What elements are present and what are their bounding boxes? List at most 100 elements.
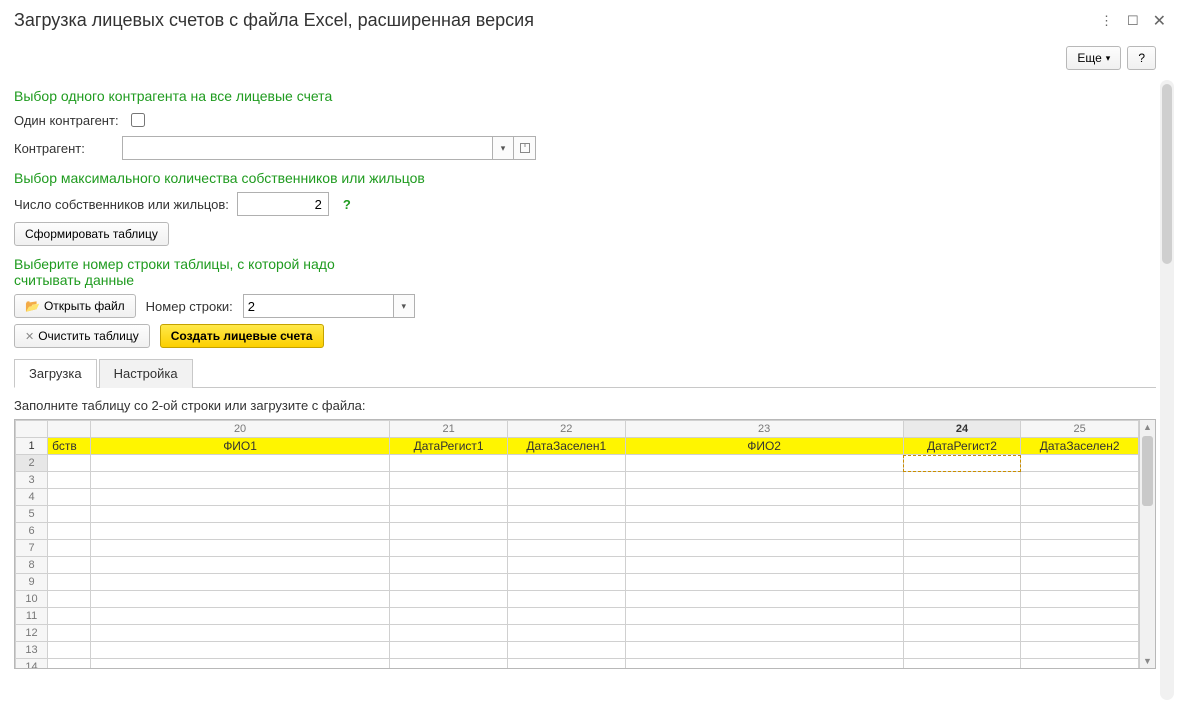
cell[interactable] bbox=[90, 642, 389, 659]
row-number-input[interactable] bbox=[243, 294, 393, 318]
cell[interactable] bbox=[390, 642, 508, 659]
cell[interactable] bbox=[903, 557, 1021, 574]
cell[interactable] bbox=[903, 506, 1021, 523]
cell[interactable] bbox=[507, 625, 625, 642]
cell[interactable] bbox=[1021, 523, 1139, 540]
counterparty-dropdown-button[interactable]: ▾ bbox=[492, 136, 514, 160]
create-accounts-button[interactable]: Создать лицевые счета bbox=[160, 324, 324, 348]
cell[interactable] bbox=[390, 557, 508, 574]
cell[interactable] bbox=[90, 455, 389, 472]
table-scrollbar[interactable]: ▲ ▼ bbox=[1139, 420, 1155, 668]
cell[interactable] bbox=[903, 489, 1021, 506]
header-cell[interactable]: ДатаЗаселен1 bbox=[507, 438, 625, 455]
cell[interactable] bbox=[625, 506, 903, 523]
cell[interactable] bbox=[390, 625, 508, 642]
cell[interactable] bbox=[48, 472, 91, 489]
help-icon[interactable]: ? bbox=[343, 197, 351, 212]
cell[interactable] bbox=[90, 659, 389, 669]
cell[interactable] bbox=[507, 455, 625, 472]
row-number[interactable]: 5 bbox=[16, 506, 48, 523]
row-number[interactable]: 14 bbox=[16, 659, 48, 669]
cell[interactable] bbox=[90, 472, 389, 489]
row-number[interactable]: 11 bbox=[16, 608, 48, 625]
cell[interactable] bbox=[1021, 540, 1139, 557]
cell[interactable] bbox=[48, 506, 91, 523]
cell[interactable] bbox=[903, 455, 1021, 472]
cell[interactable] bbox=[625, 591, 903, 608]
cell[interactable] bbox=[903, 642, 1021, 659]
cell[interactable] bbox=[90, 557, 389, 574]
maximize-icon[interactable]: ☐ bbox=[1127, 13, 1139, 29]
header-cell[interactable]: ДатаРегист1 bbox=[390, 438, 508, 455]
cell[interactable] bbox=[1021, 472, 1139, 489]
cell[interactable] bbox=[48, 608, 91, 625]
table-scrollbar-thumb[interactable] bbox=[1142, 436, 1153, 506]
cell[interactable] bbox=[903, 523, 1021, 540]
cell[interactable] bbox=[48, 523, 91, 540]
table-row[interactable]: 7 bbox=[16, 540, 1139, 557]
cell[interactable] bbox=[625, 659, 903, 669]
cell[interactable] bbox=[1021, 574, 1139, 591]
row-number[interactable]: 12 bbox=[16, 625, 48, 642]
cell[interactable] bbox=[903, 659, 1021, 669]
scrollbar-thumb[interactable] bbox=[1162, 84, 1172, 264]
table-row[interactable]: 8 bbox=[16, 557, 1139, 574]
row-number-dropdown-button[interactable]: ▾ bbox=[393, 294, 415, 318]
cell[interactable] bbox=[48, 557, 91, 574]
cell[interactable] bbox=[1021, 642, 1139, 659]
cell[interactable] bbox=[1021, 608, 1139, 625]
row-number[interactable]: 7 bbox=[16, 540, 48, 557]
header-cell[interactable]: ФИО2 bbox=[625, 438, 903, 455]
header-cell[interactable]: ДатаРегист2 bbox=[903, 438, 1021, 455]
cell[interactable] bbox=[625, 489, 903, 506]
cell[interactable] bbox=[507, 574, 625, 591]
counterparty-open-button[interactable] bbox=[514, 136, 536, 160]
tab-settings[interactable]: Настройка bbox=[99, 359, 193, 388]
cell[interactable] bbox=[390, 523, 508, 540]
form-table-button[interactable]: Сформировать таблицу bbox=[14, 222, 169, 246]
row-number[interactable]: 10 bbox=[16, 591, 48, 608]
table-row[interactable]: 11 bbox=[16, 608, 1139, 625]
table-row[interactable]: 14 bbox=[16, 659, 1139, 669]
cell[interactable] bbox=[507, 472, 625, 489]
cell[interactable] bbox=[390, 472, 508, 489]
page-scrollbar[interactable] bbox=[1160, 80, 1174, 700]
cell[interactable] bbox=[625, 472, 903, 489]
cell[interactable] bbox=[90, 540, 389, 557]
table-row[interactable]: 10 bbox=[16, 591, 1139, 608]
cell[interactable] bbox=[390, 489, 508, 506]
cell[interactable] bbox=[48, 625, 91, 642]
cell[interactable] bbox=[90, 523, 389, 540]
row-number[interactable]: 9 bbox=[16, 574, 48, 591]
row-number[interactable]: 2 bbox=[16, 455, 48, 472]
cell[interactable] bbox=[625, 557, 903, 574]
cell[interactable] bbox=[903, 472, 1021, 489]
cell[interactable] bbox=[390, 455, 508, 472]
cell[interactable] bbox=[625, 608, 903, 625]
cell[interactable] bbox=[625, 523, 903, 540]
cell[interactable] bbox=[625, 574, 903, 591]
clear-table-button[interactable]: ✕ Очистить таблицу bbox=[14, 324, 150, 348]
cell[interactable] bbox=[625, 455, 903, 472]
row-number[interactable]: 4 bbox=[16, 489, 48, 506]
cell[interactable] bbox=[903, 574, 1021, 591]
cell[interactable] bbox=[48, 489, 91, 506]
cell[interactable] bbox=[390, 659, 508, 669]
spreadsheet[interactable]: 20 21 22 23 24 25 1бствФИО1ДатаРегист1Да… bbox=[14, 419, 1156, 669]
cell[interactable] bbox=[903, 540, 1021, 557]
close-icon[interactable]: ✕ bbox=[1153, 11, 1166, 31]
table-row[interactable]: 2 bbox=[16, 455, 1139, 472]
open-file-button[interactable]: 📂 Открыть файл bbox=[14, 294, 136, 318]
kebab-icon[interactable]: ⋮ bbox=[1100, 13, 1113, 29]
cell[interactable] bbox=[507, 506, 625, 523]
cell[interactable] bbox=[90, 506, 389, 523]
row-number[interactable]: 1 bbox=[16, 438, 48, 455]
cell[interactable] bbox=[507, 489, 625, 506]
cell[interactable] bbox=[48, 455, 91, 472]
cell[interactable] bbox=[1021, 557, 1139, 574]
row-number[interactable]: 8 bbox=[16, 557, 48, 574]
owner-count-input[interactable] bbox=[237, 192, 329, 216]
header-cell[interactable]: бств bbox=[48, 438, 91, 455]
table-row[interactable]: 9 bbox=[16, 574, 1139, 591]
one-counterparty-checkbox[interactable] bbox=[131, 113, 145, 127]
